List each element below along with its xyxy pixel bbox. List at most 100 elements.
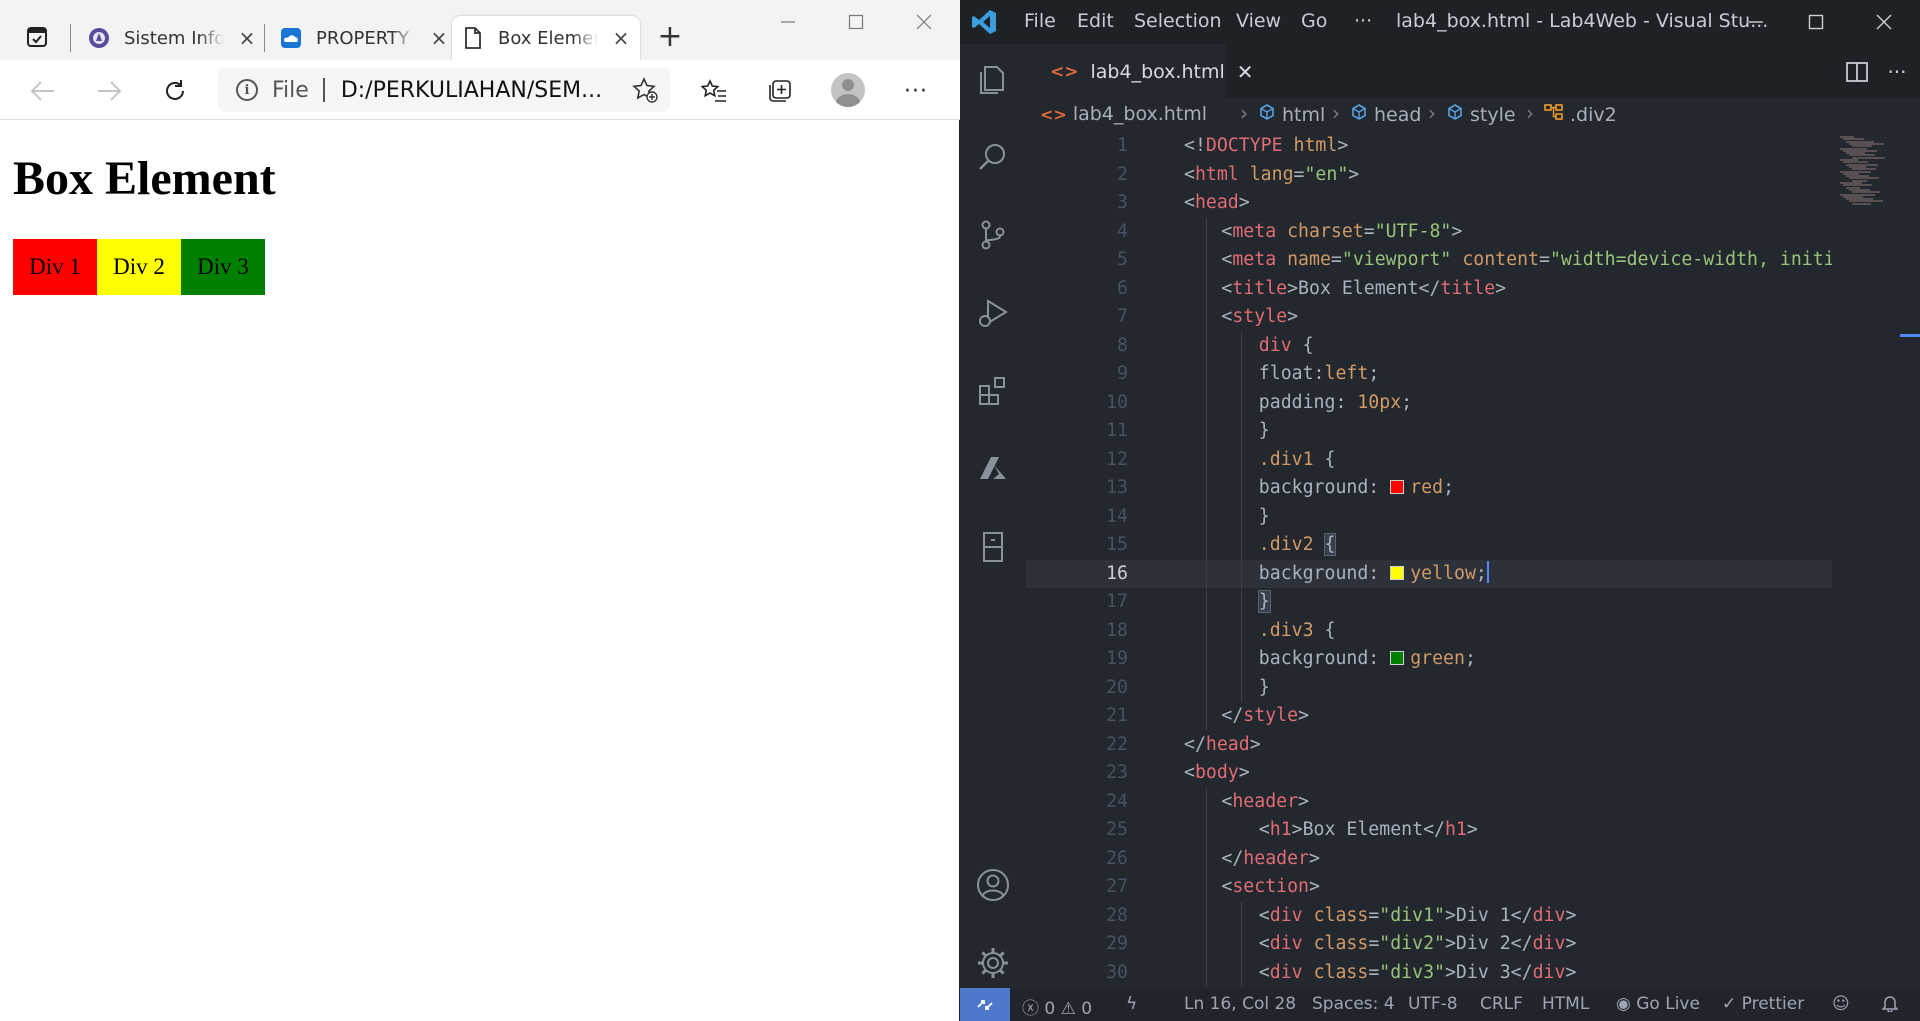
url-text[interactable]: D:/PERKULIAHAN/SEM... [341, 78, 603, 103]
code-editor[interactable]: 1 <!DOCTYPE html> 2 <html lang="en"> 3 <head>… [1026, 132, 1880, 988]
minimap[interactable] [1832, 132, 1920, 988]
close-icon[interactable]: × [612, 26, 630, 50]
refresh-icon[interactable] [158, 74, 192, 108]
encoding[interactable]: UTF-8 [1408, 994, 1458, 1014]
run-debug-icon[interactable] [972, 292, 1014, 334]
scrollbar-thumb[interactable] [1900, 334, 1920, 337]
code-text: padding: 10px; [1259, 389, 1412, 418]
code-line[interactable]: 14} [1026, 503, 1880, 532]
code-line[interactable]: 30 <div class="div3">Div 3</div> [1026, 959, 1880, 988]
info-icon[interactable]: i [236, 79, 258, 101]
maximize-icon[interactable] [824, 0, 888, 44]
settings-gear-icon[interactable] [972, 942, 1014, 984]
code-line[interactable]: 2 <html lang="en"> [1026, 161, 1880, 190]
breadcrumb-div2[interactable]: .div2 [1544, 103, 1617, 126]
new-tab-button[interactable]: + [652, 20, 688, 56]
favorites-icon[interactable] [696, 74, 732, 108]
breadcrumb-html[interactable]: html [1258, 103, 1325, 126]
remote-explorer-icon[interactable] [972, 526, 1014, 568]
language-mode[interactable]: HTML [1542, 994, 1589, 1014]
code-line[interactable]: 20} [1026, 674, 1880, 703]
menu-selection[interactable]: Selection [1134, 10, 1222, 32]
search-icon[interactable] [972, 136, 1014, 178]
code-line[interactable]: 28 <div class="div1">Div 1</div> [1026, 902, 1880, 931]
source-control-icon[interactable] [972, 214, 1014, 256]
browser-tab-property[interactable]: PROPERTY × [270, 16, 458, 60]
code-line[interactable]: 19 background: green; [1026, 645, 1880, 674]
remote-indicator-icon[interactable] [960, 988, 1010, 1021]
code-line[interactable]: 10 padding: 10px; [1026, 389, 1880, 418]
editor-tab-lab4-box[interactable]: <> lab4_box.html ✕ [1026, 44, 1254, 98]
code-line[interactable]: 6 <title>Box Element</title> [1026, 275, 1880, 304]
menu-more[interactable]: ··· [1354, 10, 1372, 32]
prettier-button[interactable]: ✓ Prettier [1722, 994, 1804, 1014]
code-line[interactable]: 25 <h1>Box Element</h1> [1026, 816, 1880, 845]
code-line[interactable]: 15 .div2 { [1026, 531, 1880, 560]
color-swatch-icon[interactable] [1390, 651, 1405, 665]
code-line[interactable]: 11} [1026, 417, 1880, 446]
code-line[interactable]: 16 background: yellow; [1026, 559, 1880, 588]
go-live-button[interactable]: ◉ Go Live [1616, 994, 1700, 1014]
breadcrumb-style[interactable]: style [1446, 103, 1516, 126]
code-token: > [1291, 819, 1303, 840]
close-window-icon[interactable] [892, 0, 956, 44]
problems-indicator[interactable]: ⓧ 0 ⚠ 0 [1022, 994, 1092, 1019]
more-options-icon[interactable]: ··· [898, 74, 934, 108]
code-line[interactable]: 1 <!DOCTYPE html> [1026, 132, 1880, 161]
close-window-icon[interactable] [1864, 6, 1904, 38]
forward-arrow-icon[interactable] [92, 74, 126, 108]
address-bar[interactable]: i File D:/PERKULIAHAN/SEM... [218, 68, 670, 112]
code-line[interactable]: 7 <style> [1026, 303, 1880, 332]
code-line[interactable]: 17} [1026, 588, 1880, 617]
extensions-icon[interactable] [972, 370, 1014, 412]
close-icon[interactable]: ✕ [1237, 60, 1254, 84]
code-line[interactable]: 8 div { [1026, 332, 1880, 361]
browser-tab-sistem[interactable]: Sistem Informasi × [78, 16, 266, 60]
notifications-bell-icon[interactable] [1881, 994, 1899, 1017]
azure-icon[interactable] [972, 448, 1014, 490]
code-line[interactable]: 22 </head> [1026, 731, 1880, 760]
back-arrow-icon[interactable] [26, 74, 60, 108]
menu-view[interactable]: View [1236, 10, 1281, 32]
menu-go[interactable]: Go [1301, 10, 1327, 32]
browser-tab-box-element[interactable]: Box Element × [452, 16, 640, 60]
code-line[interactable]: 9 float:left; [1026, 360, 1880, 389]
split-editor-icon[interactable] [1842, 58, 1872, 86]
code-line[interactable]: 13 background: red; [1026, 474, 1880, 503]
cursor-position[interactable]: Ln 16, Col 28 [1184, 994, 1296, 1014]
close-icon[interactable]: × [430, 26, 448, 50]
code-line[interactable]: 23 <body> [1026, 759, 1880, 788]
code-line[interactable]: 27 <section> [1026, 873, 1880, 902]
breadcrumb-head[interactable]: head [1350, 103, 1421, 126]
maximize-icon[interactable] [1796, 6, 1836, 38]
lightning-icon[interactable]: ϟ [1126, 994, 1137, 1014]
menu-file[interactable]: File [1024, 10, 1056, 32]
menu-edit[interactable]: Edit [1077, 10, 1114, 32]
collections-icon[interactable] [762, 74, 798, 108]
more-actions-icon[interactable]: ··· [1882, 58, 1912, 86]
profile-avatar-icon[interactable] [831, 73, 865, 107]
color-swatch-icon[interactable] [1390, 565, 1405, 580]
code-line[interactable]: 12 .div1 { [1026, 446, 1880, 475]
code-line[interactable]: 4 <meta charset="UTF-8"> [1026, 218, 1880, 247]
indentation[interactable]: Spaces: 4 [1312, 994, 1395, 1014]
add-favorite-icon[interactable] [632, 77, 658, 109]
minimize-icon[interactable] [1736, 6, 1776, 38]
account-icon[interactable] [972, 864, 1014, 906]
end-of-line[interactable]: CRLF [1480, 994, 1523, 1014]
code-line[interactable]: 5 <meta name="viewport" content="width=de… [1026, 246, 1880, 275]
code-line[interactable]: 21 </style> [1026, 702, 1880, 731]
code-line[interactable]: 3 <head> [1026, 189, 1880, 218]
color-swatch-icon[interactable] [1390, 480, 1405, 494]
code-line[interactable]: 24 <header> [1026, 788, 1880, 817]
close-icon[interactable]: × [238, 26, 256, 50]
feedback-icon[interactable]: ☺ [1832, 994, 1850, 1014]
code-line[interactable]: 18 .div3 { [1026, 617, 1880, 646]
code-line[interactable]: 26 </header> [1026, 845, 1880, 874]
line-number: 4 [1117, 220, 1128, 242]
minimize-icon[interactable] [756, 0, 820, 44]
breadcrumb-file[interactable]: <> lab4_box.html [1040, 103, 1207, 125]
tab-actions-icon[interactable] [14, 18, 60, 56]
code-line[interactable]: 29 <div class="div2">Div 2</div> [1026, 930, 1880, 959]
explorer-icon[interactable] [972, 58, 1014, 100]
